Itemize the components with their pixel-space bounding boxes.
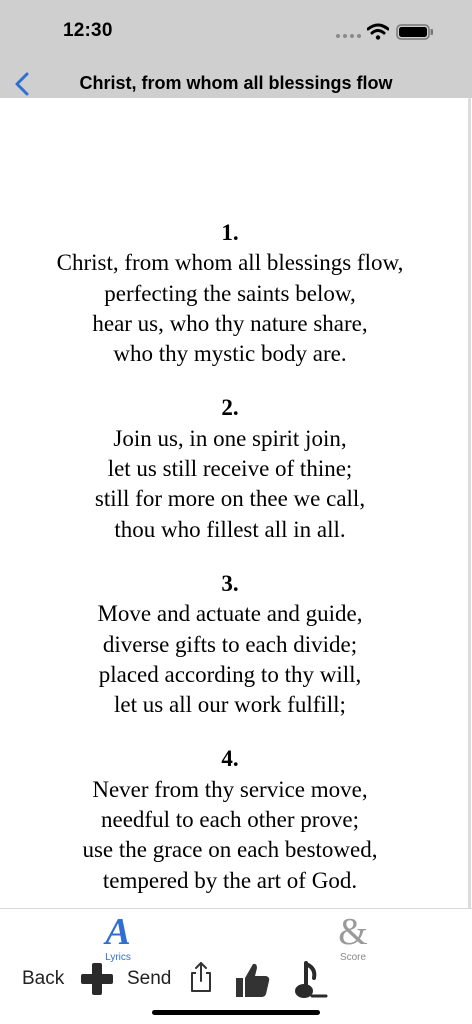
lyric-line: Join us, in one spirit join,: [113, 425, 347, 451]
score-tab-icon: &: [338, 911, 368, 953]
plus-icon[interactable]: [79, 961, 115, 997]
lyric-line: Move and actuate and guide,: [97, 601, 363, 627]
back-button[interactable]: Back: [22, 968, 64, 990]
thumbs-up-icon[interactable]: [232, 960, 272, 1000]
verse-number: 3.: [221, 570, 239, 596]
lyric-line: let us still receive of thine;: [107, 456, 353, 482]
lyric-line: Christ, from whom all blessings flow,: [56, 250, 404, 276]
lyric-line: Never from thy service move,: [92, 776, 368, 802]
status-bar: 12:30: [0, 0, 472, 62]
verse-number: 4.: [221, 746, 239, 772]
verse-number: 2.: [221, 395, 239, 421]
lyric-line: thou who fillest all in all.: [114, 516, 346, 542]
lyrics-content: 1. Christ, from whom all blessings flow,…: [0, 218, 460, 920]
back-chevron-icon[interactable]: [12, 71, 32, 97]
status-time: 12:30: [63, 20, 113, 41]
home-indicator: [152, 1010, 320, 1015]
battery-icon: [396, 24, 433, 40]
header: 12:30 Christ, from whom all blessings fl…: [0, 0, 472, 98]
lyric-line: placed according to thy will,: [98, 661, 362, 687]
verse: 2. Join us, in one spirit join, let us s…: [0, 393, 460, 544]
lyric-line: who thy mystic body are.: [113, 341, 347, 367]
share-icon[interactable]: [187, 961, 215, 993]
lyrics-tab-icon: A: [105, 911, 131, 953]
bottom-toolbar: Back Send: [0, 956, 472, 1004]
lyric-line: use the grace on each bestowed,: [82, 837, 378, 863]
verse-number: 1.: [221, 220, 239, 245]
scrollbar[interactable]: [468, 98, 471, 958]
verse: 1. Christ, from whom all blessings flow,…: [0, 218, 460, 369]
signal-icon: [336, 34, 361, 38]
lyric-line: perfecting the saints below,: [104, 280, 356, 306]
lyric-line: still for more on thee we call,: [94, 486, 366, 512]
verse: 3. Move and actuate and guide, diverse g…: [0, 569, 460, 720]
music-note-icon[interactable]: [292, 960, 330, 1000]
lyric-line: diverse gifts to each divide;: [102, 631, 358, 657]
lyric-line: let us all our work fulfill;: [114, 692, 346, 718]
navigation-bar: Christ, from whom all blessings flow: [0, 62, 472, 98]
page-title: Christ, from whom all blessings flow: [79, 73, 393, 93]
lyric-line: hear us, who thy nature share,: [92, 310, 368, 336]
lyric-line: needful to each other prove;: [101, 807, 359, 833]
wifi-icon: [367, 23, 389, 40]
verse: 4. Never from thy service move, needful …: [0, 744, 460, 895]
lyric-line: tempered by the art of God.: [102, 867, 358, 893]
send-button[interactable]: Send: [127, 968, 171, 990]
